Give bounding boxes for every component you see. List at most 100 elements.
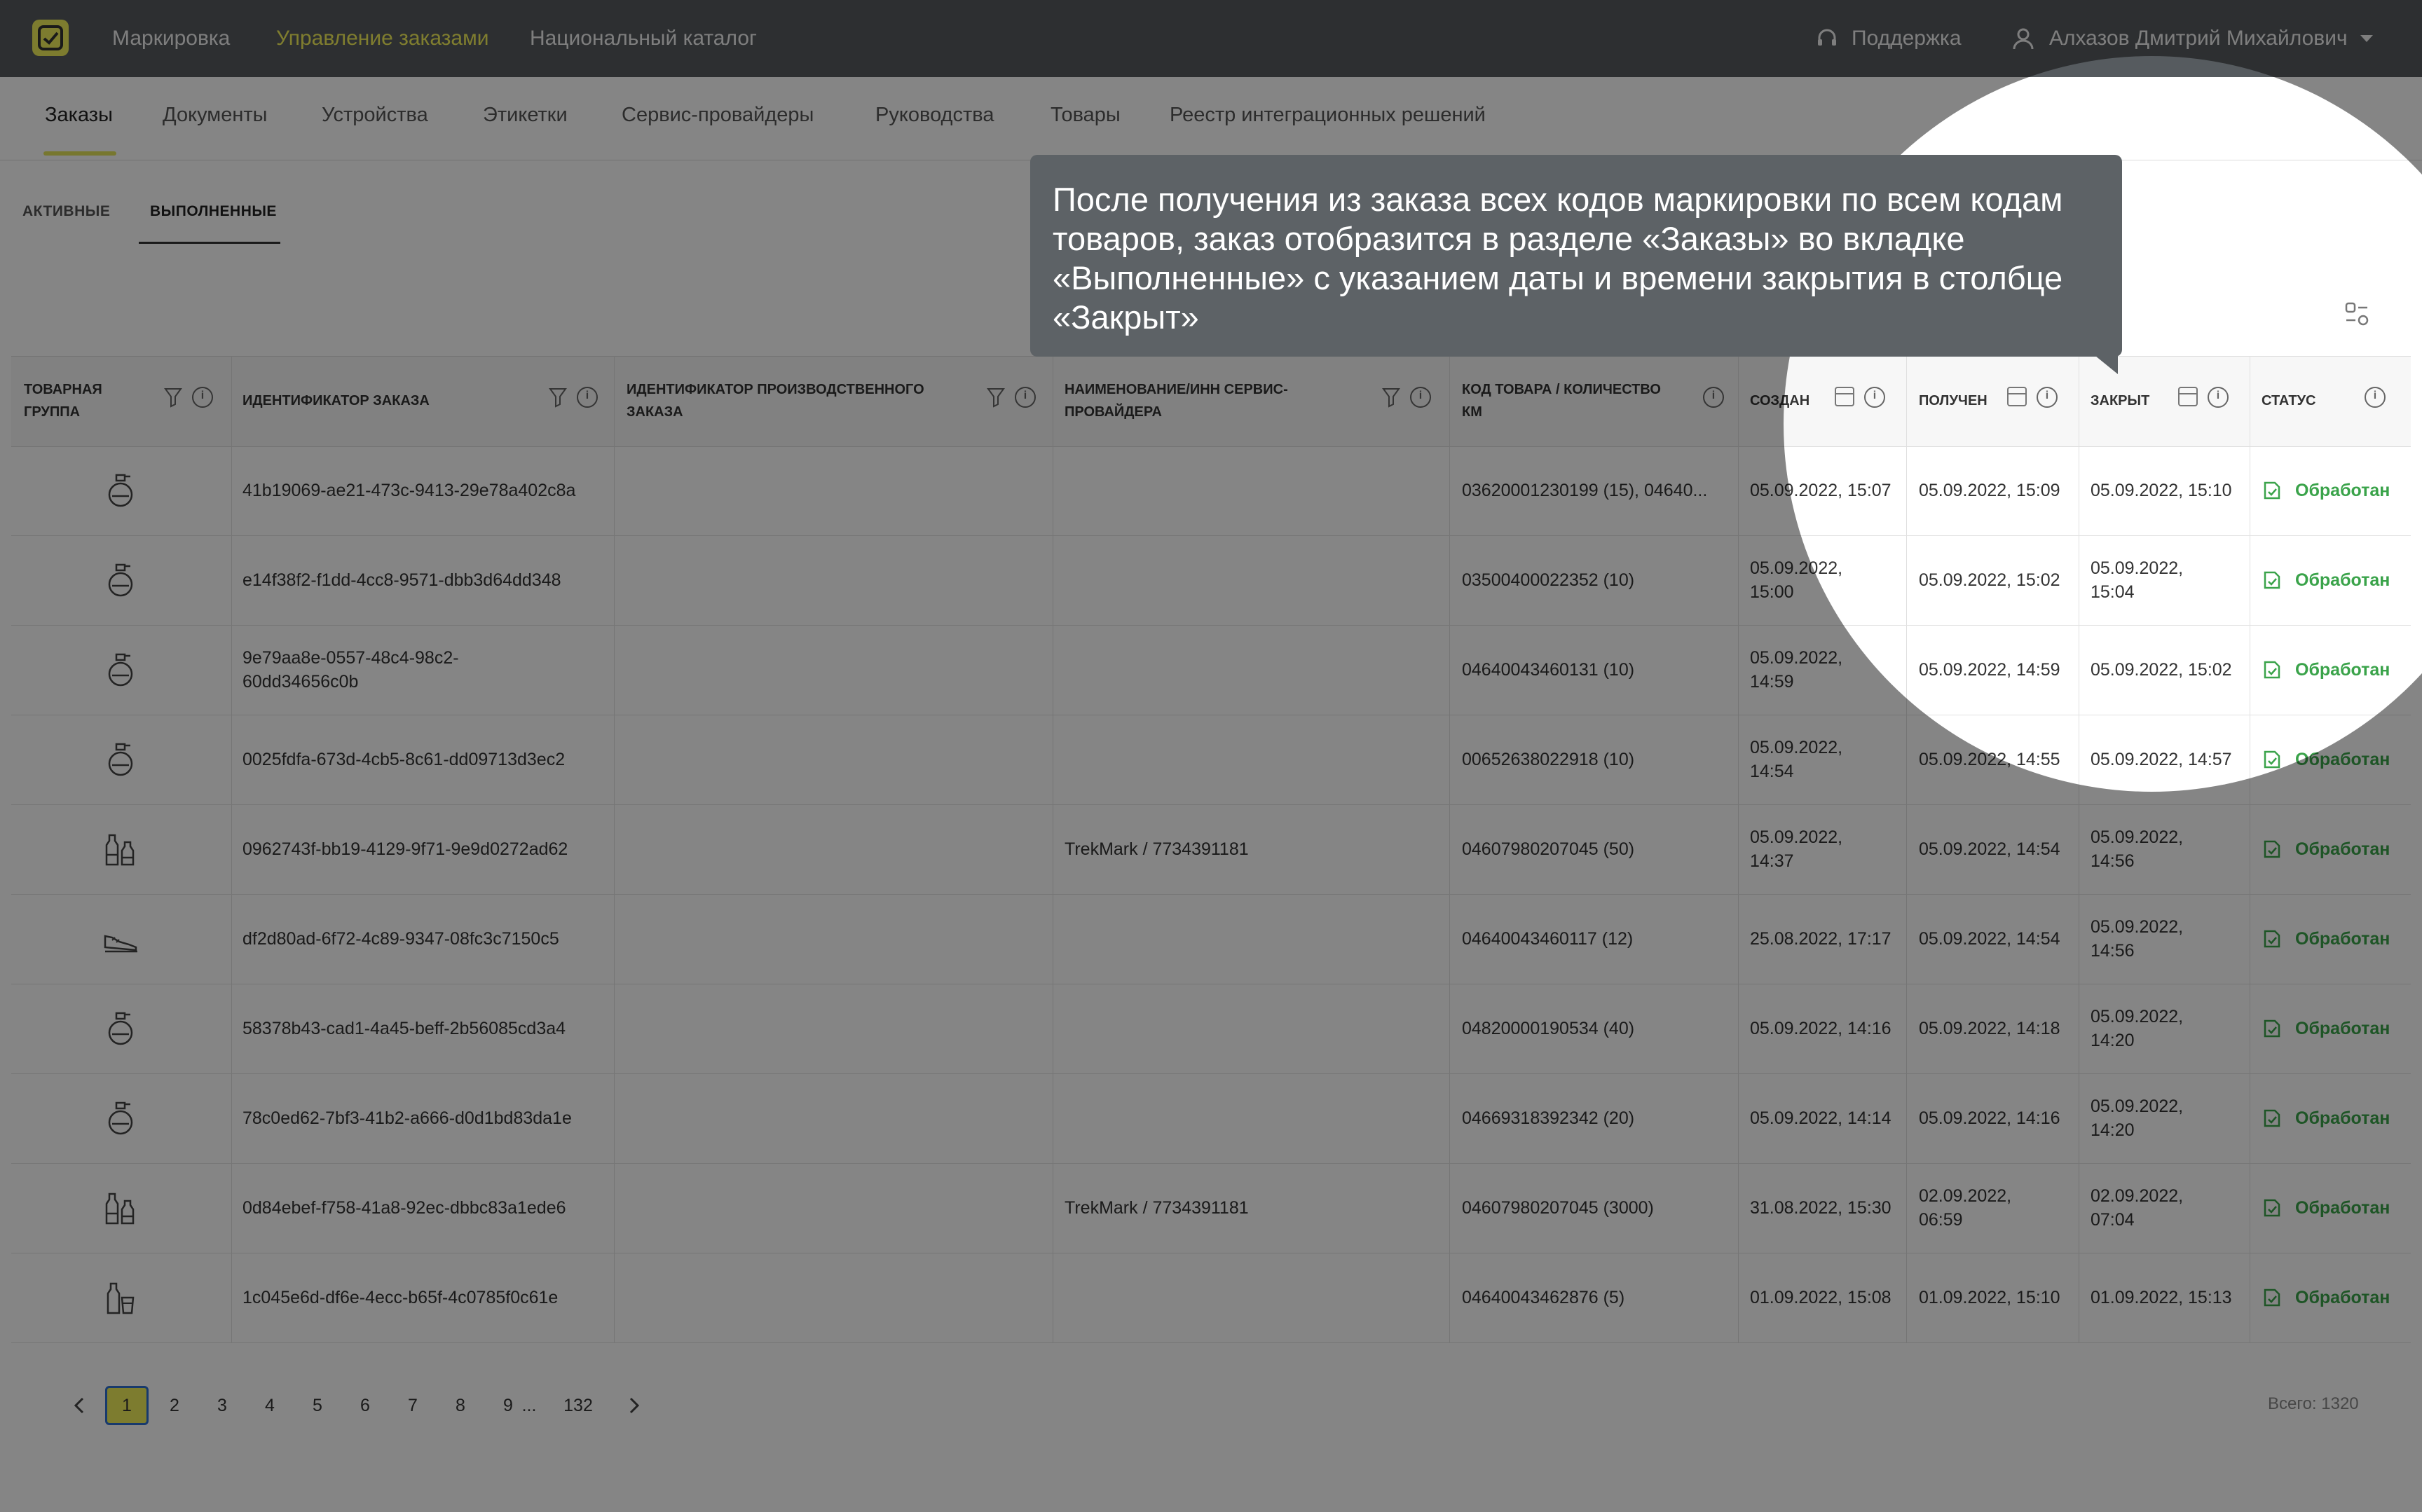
document-check-icon bbox=[2262, 928, 2282, 949]
product-code-cell: 00652638022918 (10) bbox=[1462, 750, 1635, 769]
received-cell: 05.09.2022, 14:16 bbox=[1919, 1108, 2060, 1128]
status-badge: Обработан bbox=[2295, 1288, 2390, 1307]
calendar-icon[interactable] bbox=[2007, 387, 2027, 406]
tab-labels[interactable]: Этикетки bbox=[483, 104, 568, 127]
tab-documents[interactable]: Документы bbox=[163, 104, 268, 127]
subtab-active[interactable]: АКТИВНЫЕ bbox=[22, 203, 110, 220]
product-code-cell: 04607980207045 (50) bbox=[1462, 839, 1635, 859]
tab-guides[interactable]: Руководства bbox=[875, 104, 994, 127]
order-id-cell: 0025fdfa-673d-4cb5-8c61-dd09713d3ec2 bbox=[242, 750, 566, 769]
calendar-icon[interactable] bbox=[2178, 387, 2198, 406]
user-icon bbox=[2013, 28, 2034, 50]
created-cell: 05.09.2022, 14:16 bbox=[1750, 1019, 1891, 1038]
created-cell: 05.09.2022, 14:37 bbox=[1750, 827, 1843, 871]
info-icon[interactable] bbox=[1703, 387, 1724, 408]
subtab-completed[interactable]: ВЫПОЛНЕННЫЕ bbox=[150, 203, 277, 220]
closed-cell: 05.09.2022, 15:04 bbox=[2091, 558, 2184, 602]
document-check-icon bbox=[2262, 1018, 2282, 1039]
order-id-cell: df2d80ad-6f72-4c89-9347-08fc3c7150c5 bbox=[242, 929, 559, 949]
closed-cell: 05.09.2022, 15:02 bbox=[2091, 660, 2232, 680]
document-check-icon bbox=[2262, 1197, 2282, 1218]
topnav-orders-management[interactable]: Управление заказами bbox=[276, 0, 489, 77]
pagination-page[interactable]: 2 bbox=[153, 1386, 196, 1425]
pagination-page[interactable]: 8 bbox=[439, 1386, 482, 1425]
created-cell: 05.09.2022, 15:07 bbox=[1750, 481, 1891, 500]
table-settings-icon[interactable] bbox=[2344, 301, 2369, 327]
chevron-right-icon[interactable] bbox=[624, 1396, 643, 1415]
pagination-page[interactable]: 1 bbox=[105, 1386, 149, 1425]
pagination-page[interactable]: 4 bbox=[248, 1386, 292, 1425]
order-id-cell: 58378b43-cad1-4a45-beff-2b56085cd3a4 bbox=[242, 1019, 566, 1038]
order-id-cell: 1c045e6d-df6e-4ecc-b65f-4c0785f0c61e bbox=[242, 1288, 559, 1307]
tab-goods[interactable]: Товары bbox=[1051, 104, 1121, 127]
created-cell: 01.09.2022, 15:08 bbox=[1750, 1288, 1891, 1307]
status-badge: Обработан bbox=[2295, 481, 2390, 500]
filter-icon[interactable] bbox=[164, 387, 182, 408]
info-icon[interactable] bbox=[2208, 387, 2229, 408]
tooltip-pointer bbox=[2095, 356, 2118, 374]
topnav-national-catalog[interactable]: Национальный каталог bbox=[530, 0, 757, 77]
filter-icon[interactable] bbox=[1382, 387, 1400, 408]
pagination-page[interactable]: 7 bbox=[391, 1386, 435, 1425]
status-badge: Обработан bbox=[2295, 1108, 2390, 1128]
received-cell: 02.09.2022, 06:59 bbox=[1919, 1186, 2012, 1230]
info-icon[interactable] bbox=[577, 387, 598, 408]
created-cell: 05.09.2022, 14:14 bbox=[1750, 1108, 1891, 1128]
product-code-cell: 04640043460117 (12) bbox=[1462, 929, 1634, 949]
pagination-page[interactable]: 3 bbox=[200, 1386, 244, 1425]
chevron-left-icon[interactable] bbox=[70, 1396, 90, 1415]
topnav-marking[interactable]: Маркировка bbox=[112, 0, 230, 77]
bottles-icon bbox=[101, 830, 140, 869]
filter-icon[interactable] bbox=[549, 387, 567, 408]
column-header-group: ТОВАРНАЯ ГРУППА bbox=[24, 382, 102, 420]
closed-cell: 01.09.2022, 15:13 bbox=[2091, 1288, 2232, 1307]
perfume-icon bbox=[101, 561, 140, 600]
column-header-received: ПОЛУЧЕН bbox=[1919, 393, 1987, 408]
info-icon[interactable] bbox=[1410, 387, 1431, 408]
status-badge: Обработан bbox=[2295, 750, 2390, 769]
received-cell: 05.09.2022, 14:59 bbox=[1919, 660, 2060, 680]
info-icon[interactable] bbox=[2037, 387, 2058, 408]
closed-cell: 05.09.2022, 15:10 bbox=[2091, 481, 2232, 500]
hint-tooltip: После получения из заказа всех кодов мар… bbox=[1030, 155, 2122, 357]
tab-orders[interactable]: Заказы bbox=[45, 104, 113, 127]
pagination-last-page[interactable]: 132 bbox=[557, 1386, 599, 1425]
filter-icon[interactable] bbox=[987, 387, 1005, 408]
perfume-icon bbox=[101, 650, 140, 689]
product-code-cell: 04640043460131 (10) bbox=[1462, 660, 1635, 680]
logo-icon[interactable] bbox=[32, 20, 69, 56]
received-cell: 05.09.2022, 14:18 bbox=[1919, 1019, 2060, 1038]
user-menu[interactable]: Алхазов Дмитрий Михайлович bbox=[2011, 0, 2373, 77]
document-check-icon bbox=[2262, 839, 2282, 860]
tab-devices[interactable]: Устройства bbox=[322, 104, 428, 127]
info-icon[interactable] bbox=[192, 387, 213, 408]
info-icon[interactable] bbox=[2365, 387, 2386, 408]
order-id-cell: 78c0ed62-7bf3-41b2-a666-d0d1bd83da1e bbox=[242, 1108, 572, 1128]
created-cell: 05.09.2022, 14:59 bbox=[1750, 648, 1843, 692]
calendar-icon[interactable] bbox=[1835, 387, 1854, 406]
perfume-icon bbox=[101, 471, 140, 510]
status-badge: Обработан bbox=[2295, 570, 2390, 590]
column-header-provider: НАИМЕНОВАНИЕ/ИНН СЕРВИС- ПРОВАЙДЕРА bbox=[1065, 382, 1288, 420]
closed-cell: 05.09.2022, 14:56 bbox=[2091, 827, 2184, 871]
info-icon[interactable] bbox=[1864, 387, 1885, 408]
product-code-cell: 04820000190534 (40) bbox=[1462, 1019, 1635, 1038]
pagination-page[interactable]: 5 bbox=[296, 1386, 339, 1425]
product-code-cell: 03620001230199 (15), 04640... bbox=[1462, 481, 1708, 500]
column-header-order-id: ИДЕНТИФИКАТОР ЗАКАЗА bbox=[242, 393, 430, 408]
product-code-cell: 04640043462876 (5) bbox=[1462, 1288, 1625, 1307]
tab-integration-registry[interactable]: Реестр интеграционных решений bbox=[1170, 104, 1486, 127]
product-code-cell: 04607980207045 (3000) bbox=[1462, 1198, 1654, 1218]
status-badge: Обработан bbox=[2295, 1198, 2390, 1218]
document-check-icon bbox=[2262, 659, 2282, 680]
tab-service-providers[interactable]: Сервис-провайдеры bbox=[622, 104, 814, 127]
headset-icon bbox=[1818, 29, 1836, 46]
pagination-page[interactable]: 6 bbox=[343, 1386, 387, 1425]
order-id-cell: 9e79aa8e-0557-48c4-98c2- 60dd34656c0b bbox=[242, 648, 459, 692]
received-cell: 01.09.2022, 15:10 bbox=[1919, 1288, 2060, 1307]
pagination-ellipsis: ... bbox=[521, 1395, 537, 1415]
perfume-icon bbox=[101, 1009, 140, 1048]
document-check-icon bbox=[2262, 480, 2282, 501]
support-link[interactable]: Поддержка bbox=[1815, 0, 1962, 77]
info-icon[interactable] bbox=[1015, 387, 1036, 408]
